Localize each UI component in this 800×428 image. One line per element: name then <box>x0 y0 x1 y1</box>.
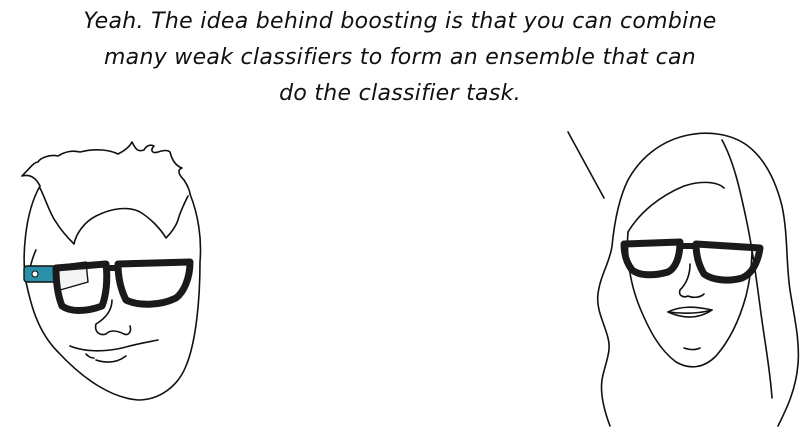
woman-hair-part <box>721 139 773 399</box>
man-hairline <box>39 187 189 245</box>
glass-device-icon <box>23 265 57 283</box>
man-lower-lip <box>95 355 127 363</box>
woman-glasses-right-lens <box>692 240 764 284</box>
man-mouth-corner <box>85 353 95 359</box>
woman-face <box>626 231 753 368</box>
man-hair <box>21 141 191 195</box>
man-mouth <box>69 339 159 352</box>
woman-character <box>596 132 800 427</box>
woman-hair-outer <box>596 132 800 427</box>
glass-camera-icon <box>31 270 39 278</box>
comic-panel: Yeah. The idea behind boosting is that y… <box>0 0 800 428</box>
man-head-outline <box>23 185 202 401</box>
man-glasses-right-lens <box>114 258 194 308</box>
woman-chin <box>683 347 701 351</box>
woman-fringe <box>627 181 725 233</box>
comic-drawing <box>21 131 800 427</box>
man-character <box>21 141 202 401</box>
woman-glasses-left-lens <box>620 238 684 279</box>
speech-pointer <box>567 131 605 199</box>
